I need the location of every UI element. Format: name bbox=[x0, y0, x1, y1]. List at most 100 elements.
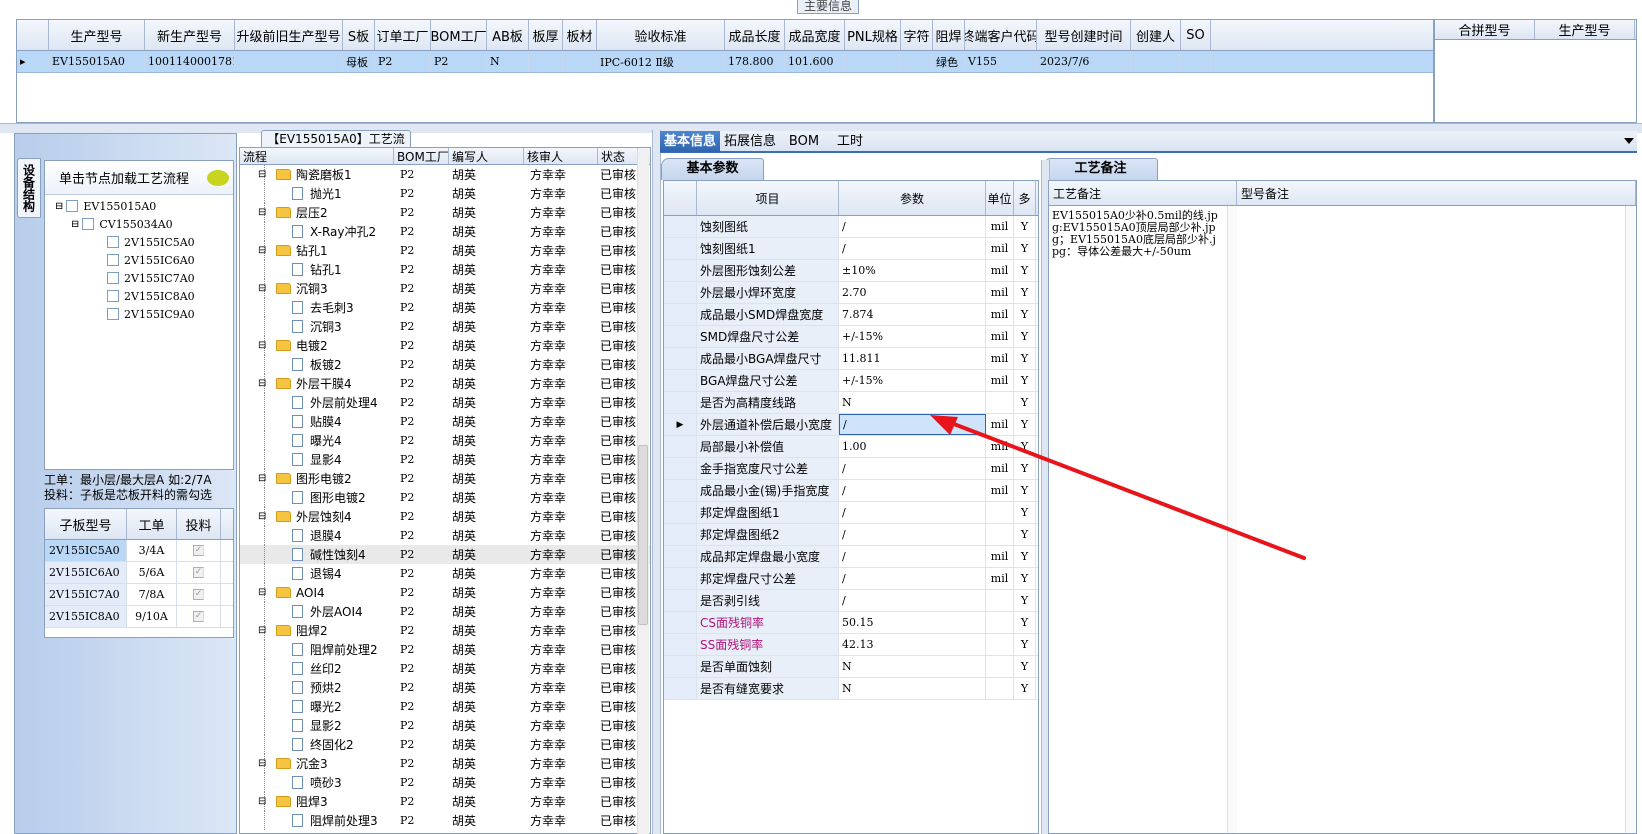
flow-row[interactable]: ⊟ 沉金3 P2 胡英 方幸幸 已审核 bbox=[240, 754, 650, 773]
col-header[interactable]: PNL规格 bbox=[845, 20, 901, 50]
param-value[interactable]: / bbox=[839, 216, 986, 237]
param-value[interactable]: / bbox=[839, 590, 986, 611]
flow-row[interactable]: X-Ray冲孔2 P2 胡英 方幸幸 已审核 bbox=[240, 222, 650, 241]
tree-node[interactable]: 2V155IC9A0 bbox=[107, 305, 195, 323]
flow-row[interactable]: 碱性蚀刻4 P2 胡英 方幸幸 已审核 bbox=[240, 545, 650, 564]
tab-3[interactable]: 工时 bbox=[828, 131, 872, 152]
collapse-icon[interactable]: ⊟ bbox=[258, 283, 266, 294]
sub-model-cell[interactable]: 2V155IC7A0 bbox=[45, 584, 127, 605]
flow-row[interactable]: 丝印2 P2 胡英 方幸幸 已审核 bbox=[240, 659, 650, 678]
process-remark-tab[interactable]: 工艺备注 bbox=[1043, 158, 1158, 180]
col-header[interactable]: 成品长度 bbox=[725, 20, 785, 50]
flow-row[interactable]: 曝光2 P2 胡英 方幸幸 已审核 bbox=[240, 697, 650, 716]
flow-name-cell[interactable]: 终固化2 bbox=[240, 735, 394, 754]
flow-name-cell[interactable]: 板镀2 bbox=[240, 355, 394, 374]
param-row[interactable]: 是否为高精度线路 N Y bbox=[664, 392, 1038, 414]
cell[interactable]: 101.600 bbox=[785, 51, 845, 72]
tree-node[interactable]: ⊟ EV155015A0 bbox=[55, 197, 156, 215]
flow-col-header[interactable]: 流程 bbox=[240, 148, 394, 164]
flow-name-cell[interactable]: ⊟ 层压2 bbox=[240, 203, 394, 222]
tree-node[interactable]: 2V155IC8A0 bbox=[107, 287, 195, 305]
flow-row[interactable]: 图形电镀2 P2 胡英 方幸幸 已审核 bbox=[240, 488, 650, 507]
collapse-icon[interactable]: ⊟ bbox=[258, 378, 266, 389]
param-value[interactable]: / bbox=[839, 502, 986, 523]
param-value[interactable]: / bbox=[839, 238, 986, 259]
flow-name-cell[interactable]: 曝光2 bbox=[240, 697, 394, 716]
flow-name-cell[interactable]: ⊟ 外层蚀刻4 bbox=[240, 507, 394, 526]
checkbox-icon[interactable]: ✓ bbox=[193, 545, 204, 556]
param-row[interactable]: ▶ 外层通道补偿后最小宽度 / mil Y bbox=[664, 414, 1038, 436]
tab-menu-arrow-icon[interactable] bbox=[1624, 138, 1634, 144]
sub-model-cell[interactable]: 2V155IC5A0 bbox=[45, 540, 127, 561]
flow-row[interactable]: 贴膜4 P2 胡英 方幸幸 已审核 bbox=[240, 412, 650, 431]
cell[interactable]: 178.800 bbox=[725, 51, 785, 72]
product-grid-row[interactable]: ▸EV155015A010011400017813母板P2P2NIPC-6012… bbox=[17, 51, 1433, 73]
param-row[interactable]: 是否剥引线 / Y bbox=[664, 590, 1038, 612]
param-col-header[interactable]: 参数 bbox=[839, 181, 986, 215]
flow-col-header[interactable]: 核审人 bbox=[524, 148, 598, 164]
flow-col-header[interactable]: BOM工厂 bbox=[394, 148, 449, 164]
flow-name-cell[interactable]: 钻孔1 bbox=[240, 260, 394, 279]
flow-row[interactable]: ⊟ 外层干膜4 P2 胡英 方幸幸 已审核 bbox=[240, 374, 650, 393]
cell[interactable] bbox=[563, 51, 597, 72]
col-header[interactable]: 创建人 bbox=[1131, 20, 1181, 50]
sub-col-header[interactable]: 工单 bbox=[127, 509, 177, 539]
checkbox-icon[interactable] bbox=[107, 290, 119, 302]
remark-col-header[interactable]: 工艺备注 bbox=[1049, 181, 1237, 205]
sub-board-row[interactable]: 2V155IC8A0 9/10A ✓ bbox=[45, 606, 233, 628]
col-header[interactable]: 终端客户代码 bbox=[965, 20, 1037, 50]
flow-name-cell[interactable]: 显影2 bbox=[240, 716, 394, 735]
flow-name-cell[interactable]: 沉铜3 bbox=[240, 317, 394, 336]
param-row[interactable]: SS面残铜率 42.13 Y bbox=[664, 634, 1038, 656]
flow-name-cell[interactable]: 图形电镀2 bbox=[240, 488, 394, 507]
flow-row[interactable]: 曝光4 P2 胡英 方幸幸 已审核 bbox=[240, 431, 650, 450]
col-header[interactable]: 验收标准 bbox=[597, 20, 725, 50]
checkbox-icon[interactable] bbox=[107, 236, 119, 248]
param-col-header[interactable]: 单位 bbox=[986, 181, 1014, 215]
flow-row[interactable]: 显影4 P2 胡英 方幸幸 已审核 bbox=[240, 450, 650, 469]
collapse-icon[interactable]: ⊟ bbox=[258, 511, 266, 522]
flow-name-cell[interactable]: 退锡4 bbox=[240, 564, 394, 583]
vertical-tab-structure[interactable]: 设备结构 bbox=[17, 158, 41, 218]
cell[interactable]: 母板 bbox=[343, 51, 375, 72]
tree-node[interactable]: 2V155IC7A0 bbox=[107, 269, 195, 287]
checkbox-icon[interactable]: ✓ bbox=[193, 611, 204, 622]
flow-name-cell[interactable]: 喷砂3 bbox=[240, 773, 394, 792]
param-value[interactable]: / bbox=[839, 480, 986, 501]
collapse-icon[interactable]: ⊟ bbox=[71, 219, 79, 230]
col-header[interactable]: 字符 bbox=[901, 20, 933, 50]
checkbox-icon[interactable]: ✓ bbox=[193, 567, 204, 578]
flow-row[interactable]: ⊟ 沉铜3 P2 胡英 方幸幸 已审核 bbox=[240, 279, 650, 298]
flow-name-cell[interactable]: 阻焊前处理2 bbox=[240, 640, 394, 659]
tab-2[interactable]: BOM bbox=[780, 131, 828, 152]
col-header[interactable]: S板 bbox=[343, 20, 375, 50]
col-header[interactable]: 新生产型号 bbox=[145, 20, 235, 50]
param-value[interactable]: 2.70 bbox=[839, 282, 986, 303]
col-header[interactable]: 升级前旧生产型号 bbox=[235, 20, 343, 50]
merge-col-header[interactable]: 生产型号 bbox=[1535, 20, 1635, 39]
param-value[interactable]: 11.811 bbox=[839, 348, 986, 369]
flow-row[interactable]: ⊟ 陶瓷磨板1 P2 胡英 方幸幸 已审核 bbox=[240, 165, 650, 184]
param-value[interactable]: / bbox=[839, 524, 986, 545]
flow-row[interactable]: ⊟ 阻焊3 P2 胡英 方幸幸 已审核 bbox=[240, 792, 650, 811]
flow-name-cell[interactable]: ⊟ 外层干膜4 bbox=[240, 374, 394, 393]
flow-name-cell[interactable]: 丝印2 bbox=[240, 659, 394, 678]
feed-checkbox-cell[interactable]: ✓ bbox=[177, 606, 221, 627]
flow-row[interactable]: 退锡4 P2 胡英 方幸幸 已审核 bbox=[240, 564, 650, 583]
sub-board-row[interactable]: 2V155IC6A0 5/6A ✓ bbox=[45, 562, 233, 584]
param-row[interactable]: 金手指宽度尺寸公差 / mil Y bbox=[664, 458, 1038, 480]
checkbox-icon[interactable] bbox=[107, 308, 119, 320]
flow-name-cell[interactable]: ⊟ 钻孔1 bbox=[240, 241, 394, 260]
param-value[interactable]: / bbox=[839, 414, 986, 435]
param-row[interactable]: 是否单面蚀刻 N Y bbox=[664, 656, 1038, 678]
vertical-splitter-left[interactable] bbox=[652, 130, 661, 834]
flow-name-cell[interactable]: 显影4 bbox=[240, 450, 394, 469]
param-value[interactable]: N bbox=[839, 656, 986, 677]
param-row[interactable]: 蚀刻图纸 / mil Y bbox=[664, 216, 1038, 238]
param-value[interactable]: / bbox=[839, 458, 986, 479]
flow-name-cell[interactable]: ⊟ AOI4 bbox=[240, 583, 394, 602]
col-header[interactable]: 成品宽度 bbox=[785, 20, 845, 50]
cell[interactable]: IPC-6012 Ⅱ级 bbox=[597, 51, 725, 72]
sub-col-header[interactable]: 子板型号 bbox=[45, 509, 127, 539]
checkbox-icon[interactable]: ✓ bbox=[193, 589, 204, 600]
